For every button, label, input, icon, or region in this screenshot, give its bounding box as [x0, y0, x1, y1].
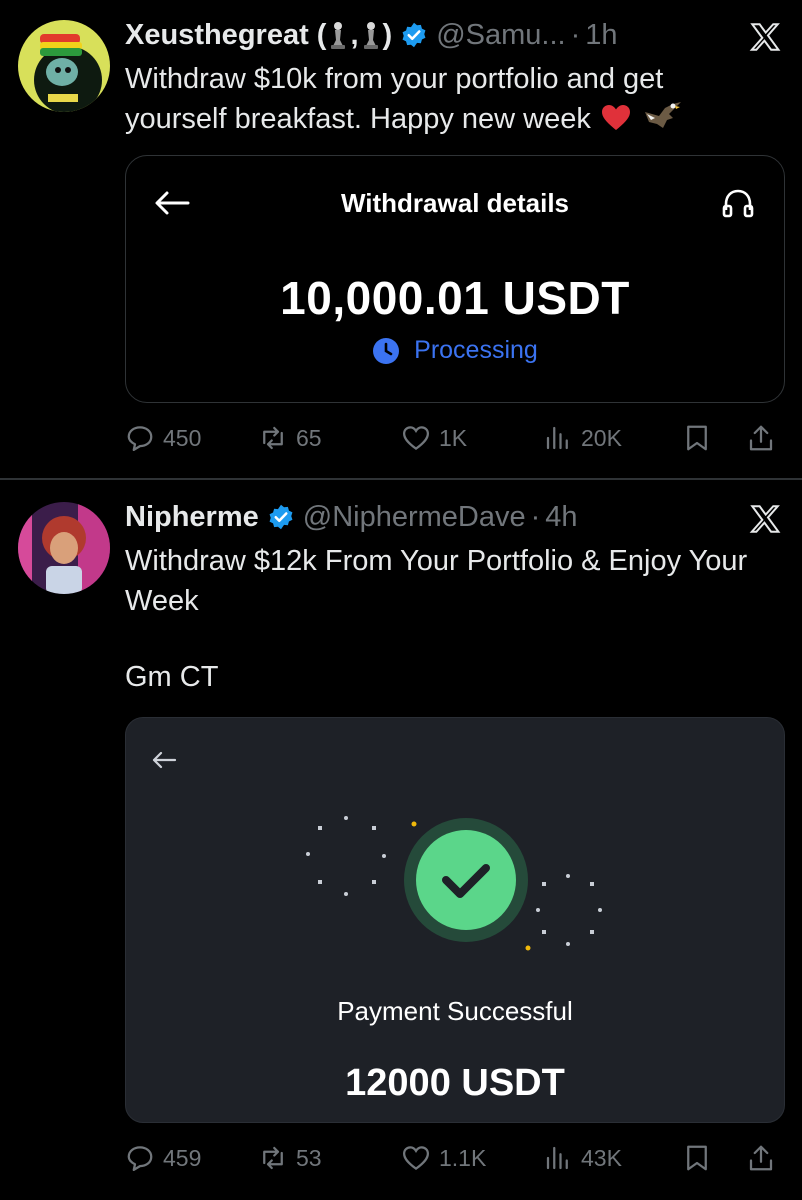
handle[interactable]: @Samu...: [436, 19, 565, 52]
bookmark-icon: [687, 1145, 707, 1171]
bookmark-button[interactable]: [682, 1138, 712, 1178]
share-icon: [749, 1145, 773, 1171]
red-heart-icon: [601, 105, 630, 130]
repost-icon: [263, 426, 283, 450]
display-name-comma: ,: [350, 18, 359, 51]
bookmark-icon: [687, 425, 707, 451]
repost-count: 65: [296, 424, 322, 451]
withdrawal-card[interactable]: Withdrawal details 10,000.01 USDT Proces…: [125, 155, 785, 403]
like-icon: [402, 426, 430, 451]
view-count: 43K: [581, 1144, 622, 1171]
back-arrow-icon[interactable]: [150, 748, 178, 772]
withdrawal-amount: 10,000.01 USDT: [280, 272, 630, 324]
clock-icon: [373, 337, 400, 364]
bookmark-button[interactable]: [682, 418, 712, 458]
avatar[interactable]: [18, 502, 110, 594]
repost-button[interactable]: 53: [258, 1138, 322, 1178]
pawn-icon: [363, 22, 378, 49]
tweet-1[interactable]: Xeusthegreat ( , ) @Samu... · 1h Withdra…: [0, 0, 802, 478]
like-icon: [402, 1146, 430, 1171]
repost-count: 53: [296, 1144, 322, 1171]
like-count: 1.1K: [439, 1144, 487, 1171]
card-title: Withdrawal details: [340, 188, 570, 218]
reply-button[interactable]: 459: [125, 1138, 201, 1178]
x-logo-icon[interactable]: [748, 20, 782, 54]
tweet-header: Nipherme @NiphermeDave · 4h: [125, 497, 578, 537]
like-count: 1K: [439, 424, 468, 451]
share-icon: [749, 425, 773, 451]
x-logo-icon[interactable]: [748, 502, 782, 536]
verified-badge-icon: [402, 22, 426, 48]
tweet-text-line2: Gm CT: [125, 661, 219, 693]
eagle-icon: [644, 102, 681, 128]
share-button[interactable]: [746, 418, 776, 458]
verified-badge-icon: [269, 504, 293, 530]
separator: ·: [530, 500, 541, 533]
timestamp[interactable]: 4h: [545, 501, 577, 534]
tweet-text: Withdraw $12k From Your Portfolio & Enjo…: [125, 545, 748, 617]
tweet-header: Xeusthegreat ( , ) @Samu... · 1h: [125, 15, 618, 55]
tweet-text: Withdraw $10k from your portfolio and ge…: [125, 59, 765, 139]
timestamp[interactable]: 1h: [585, 19, 617, 52]
reply-button[interactable]: 450: [125, 418, 201, 458]
success-check-icon: [306, 816, 602, 951]
pawn-icon: [331, 22, 346, 49]
action-bar: 459 53 1.1K 43K: [125, 1138, 785, 1178]
views-button[interactable]: 20K: [543, 418, 622, 458]
payment-amount: 12000 USDT: [345, 1062, 565, 1104]
views-button[interactable]: 43K: [543, 1138, 622, 1178]
reply-count: 450: [163, 424, 202, 451]
like-button[interactable]: 1.1K: [401, 1138, 486, 1178]
display-name-end: ): [382, 18, 393, 51]
avatar[interactable]: [18, 20, 110, 112]
separator: ·: [570, 18, 581, 51]
repost-icon: [263, 1146, 283, 1170]
views-icon: [546, 426, 568, 450]
like-button[interactable]: 1K: [401, 418, 467, 458]
payment-status: Payment Successful: [337, 996, 573, 1026]
reply-icon: [127, 1146, 153, 1171]
view-count: 20K: [581, 424, 622, 451]
headset-icon[interactable]: [720, 186, 756, 222]
action-bar: 450 65 1K 20K: [125, 418, 785, 458]
display-name[interactable]: Xeusthegreat (: [125, 19, 326, 52]
reply-icon: [127, 426, 153, 451]
tweet-2[interactable]: Nipherme @NiphermeDave · 4h Withdraw $12…: [0, 480, 802, 1200]
views-icon: [546, 1146, 568, 1170]
reply-count: 459: [163, 1144, 202, 1171]
tweet-text-content: Withdraw $10k from your portfolio and ge…: [125, 63, 664, 135]
status-text: Processing: [414, 336, 538, 364]
status-row: Processing: [126, 336, 784, 365]
payment-card[interactable]: Payment Successful 12000 USDT: [125, 717, 785, 1123]
handle[interactable]: @NiphermeDave: [303, 501, 526, 534]
share-button[interactable]: [746, 1138, 776, 1178]
repost-button[interactable]: 65: [258, 418, 322, 458]
display-name[interactable]: Nipherme: [125, 501, 259, 534]
